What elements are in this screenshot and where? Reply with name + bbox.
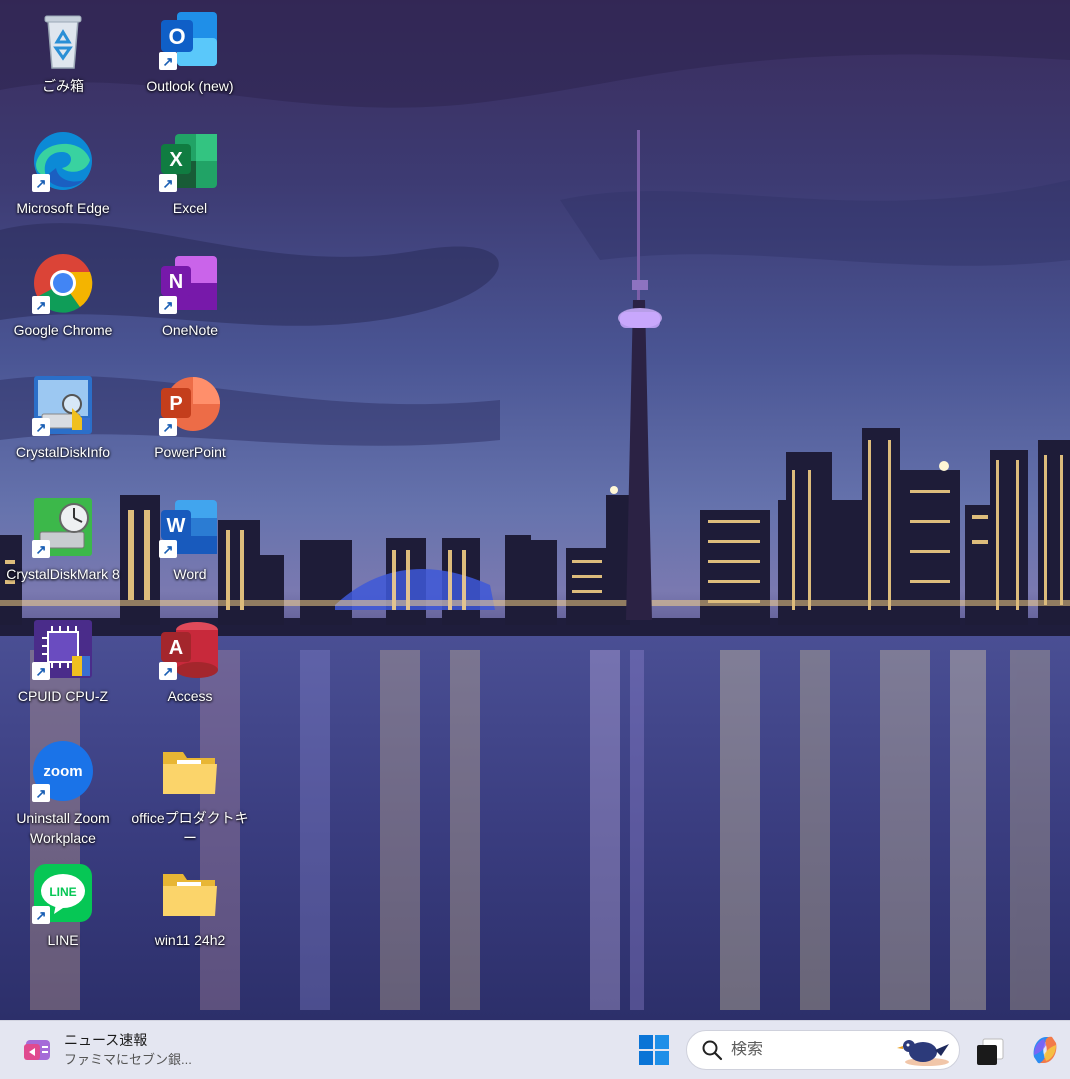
powerpoint-letter: P	[169, 393, 182, 415]
desktop-icon-label: Uninstall Zoom Workplace	[16, 810, 110, 846]
desktop-icon-label: Microsoft Edge	[16, 200, 110, 216]
desktop-icon-crystaldiskmark[interactable]: ↗ CrystalDiskMark 8	[3, 490, 123, 602]
word-icon: W ↗	[159, 496, 221, 558]
powerpoint-icon: P ↗	[159, 374, 221, 436]
news-title: ニュース速報	[64, 1032, 148, 1048]
shortcut-arrow-icon: ↗	[159, 296, 177, 314]
desktop-icon-line[interactable]: LINE ↗ LINE	[3, 856, 123, 968]
chrome-icon: ↗	[32, 252, 94, 314]
search-input[interactable]	[731, 1041, 891, 1059]
desktop-icon-recycle-bin[interactable]: ごみ箱	[3, 2, 123, 114]
edge-icon: ↗	[32, 130, 94, 192]
desktop-icon-label: Access	[167, 688, 213, 704]
desktop-icon-crystaldiskinfo[interactable]: ↗ CrystalDiskInfo	[3, 368, 123, 480]
shortcut-arrow-icon: ↗	[32, 784, 50, 802]
line-icon: LINE ↗	[32, 862, 94, 924]
desktop-icon-label: OneNote	[161, 322, 219, 338]
folder-icon	[159, 740, 221, 802]
crystaldiskinfo-icon: ↗	[32, 374, 94, 436]
onenote-icon: N ↗	[159, 252, 221, 314]
crystaldiskmark-icon: ↗	[32, 496, 94, 558]
zoom-icon: zoom ↗	[32, 740, 94, 802]
task-view-button[interactable]	[974, 1035, 1006, 1067]
shortcut-arrow-icon: ↗	[159, 662, 177, 680]
desktop-icon-folder-office-key[interactable]: officeプロダクトキー	[130, 734, 250, 846]
zoom-logo-text: zoom	[43, 763, 82, 780]
shortcut-arrow-icon: ↗	[32, 662, 50, 680]
desktop-icon-access[interactable]: A ↗ Access	[130, 612, 250, 724]
copilot-button[interactable]	[1028, 1033, 1062, 1067]
search-icon	[702, 1040, 723, 1061]
excel-icon: X ↗	[159, 130, 221, 192]
recycle-bin-icon	[32, 8, 94, 70]
folder-icon	[159, 862, 221, 924]
shortcut-arrow-icon: ↗	[159, 418, 177, 436]
desktop-icon-folder-win11[interactable]: win11 24h2	[130, 856, 250, 968]
shortcut-arrow-icon: ↗	[32, 906, 50, 924]
outlook-icon: O ↗	[159, 8, 221, 70]
desktop-icon-label: Excel	[172, 200, 208, 216]
desktop-icon-zoom[interactable]: zoom ↗ Uninstall Zoom Workplace	[3, 734, 123, 846]
desktop-icon-label: PowerPoint	[154, 444, 226, 460]
desktop-icon-label: CPUID CPU-Z	[17, 688, 109, 704]
desktop-icon-label: Google Chrome	[13, 322, 113, 338]
desktop-icon-label: win11 24h2	[154, 932, 226, 948]
desktop-icon-word[interactable]: W ↗ Word	[130, 490, 250, 602]
line-logo-text: LINE	[49, 885, 76, 899]
shortcut-arrow-icon: ↗	[32, 296, 50, 314]
shortcut-arrow-icon: ↗	[159, 174, 177, 192]
task-view-icon	[977, 1038, 1004, 1065]
shortcut-arrow-icon: ↗	[32, 174, 50, 192]
desktop-icon-label: Outlook (new)	[146, 78, 234, 94]
desktop-icon-cpuz[interactable]: ↗ CPUID CPU-Z	[3, 612, 123, 724]
news-icon	[22, 1034, 54, 1066]
copilot-icon	[1033, 1036, 1057, 1064]
news-widget-button[interactable]: ニュース速報 ファミマにセブン銀...	[22, 1029, 222, 1071]
shortcut-arrow-icon: ↗	[32, 418, 50, 436]
desktop-icon-powerpoint[interactable]: P ↗ PowerPoint	[130, 368, 250, 480]
access-letter: A	[169, 637, 183, 659]
cpuz-icon: ↗	[32, 618, 94, 680]
desktop-icon-chrome[interactable]: ↗ Google Chrome	[3, 246, 123, 358]
desktop-icon-onenote[interactable]: N ↗ OneNote	[130, 246, 250, 358]
shortcut-arrow-icon: ↗	[159, 540, 177, 558]
access-icon: A ↗	[159, 618, 221, 680]
desktop-icon-label: Word	[173, 566, 207, 582]
desktop-icon-excel[interactable]: X ↗ Excel	[130, 124, 250, 236]
taskbar: ニュース速報 ファミマにセブン銀...	[0, 1020, 1070, 1079]
onenote-letter: N	[169, 271, 183, 293]
search-highlight-bird-icon	[897, 1032, 953, 1068]
windows-logo-icon	[639, 1035, 669, 1065]
desktop-icon-label: CrystalDiskMark 8	[6, 566, 120, 582]
desktop-icon-outlook[interactable]: O ↗ Outlook (new)	[130, 2, 250, 114]
desktop-icon-label: CrystalDiskInfo	[15, 444, 111, 460]
desktop-icon-edge[interactable]: ↗ Microsoft Edge	[3, 124, 123, 236]
start-button[interactable]	[636, 1034, 672, 1066]
outlook-letter: O	[168, 24, 185, 49]
excel-letter: X	[169, 149, 183, 171]
desktop-icon-label: officeプロダクトキー	[131, 810, 249, 846]
taskbar-search-box[interactable]	[686, 1030, 960, 1070]
news-subtitle: ファミマにセブン銀...	[64, 1052, 192, 1067]
shortcut-arrow-icon: ↗	[159, 52, 177, 70]
shortcut-arrow-icon: ↗	[32, 540, 50, 558]
desktop-icon-label: ごみ箱	[42, 78, 84, 94]
word-letter: W	[167, 515, 186, 537]
desktop-icon-label: LINE	[47, 932, 79, 948]
